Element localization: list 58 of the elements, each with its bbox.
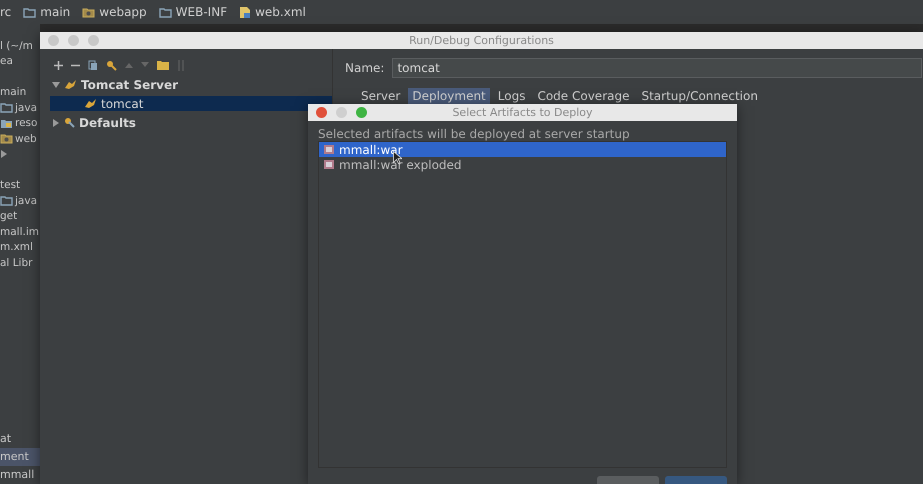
tree-item[interactable]: java: [15, 194, 37, 207]
add-icon[interactable]: [54, 60, 63, 70]
tab[interactable]: Deployment: [408, 88, 490, 104]
breadcrumb[interactable]: main: [40, 5, 70, 19]
folder-icon: [0, 195, 13, 206]
tab[interactable]: Code Coverage: [533, 88, 634, 104]
name-label: Name:: [345, 61, 384, 75]
window-title: Run/Debug Configurations: [409, 34, 554, 47]
name-field[interactable]: tomcat: [392, 58, 922, 78]
breadcrumb[interactable]: webapp: [99, 5, 147, 19]
sort-icon[interactable]: [177, 60, 186, 70]
tree-item[interactable]: m.xml: [0, 241, 33, 254]
window-control[interactable]: [48, 35, 59, 46]
tab[interactable]: Server: [357, 88, 404, 104]
tree-item[interactable]: Defaults: [79, 116, 136, 130]
copy-icon[interactable]: [88, 60, 98, 70]
tree-item[interactable]: test: [0, 179, 20, 192]
window-control[interactable]: [68, 35, 79, 46]
folder-icon: [158, 6, 172, 18]
folder-icon: [0, 133, 13, 144]
hint-text: Selected artifacts will be deployed at server startup: [317, 126, 631, 141]
artifact-item[interactable]: mmall:war: [319, 142, 726, 157]
folder-icon: [82, 6, 96, 18]
tab[interactable]: Logs: [494, 88, 530, 104]
zoom-button[interactable]: [356, 107, 367, 118]
tree-item[interactable]: web: [15, 132, 37, 145]
tree-item[interactable]: mall.im: [0, 226, 39, 238]
expand-arrow-icon[interactable]: [52, 118, 60, 126]
minimize-button[interactable]: [336, 107, 347, 118]
breadcrumb[interactable]: web.xml: [255, 5, 306, 19]
tree-item[interactable]: get: [0, 210, 18, 222]
breadcrumb[interactable]: rc: [0, 5, 12, 19]
panel-item[interactable]: ment: [0, 448, 40, 466]
close-button[interactable]: [316, 107, 327, 118]
tree-item[interactable]: l (~/m: [0, 40, 33, 52]
folder-icon: [0, 118, 13, 129]
folder-icon[interactable]: [157, 60, 169, 70]
file-icon: [239, 6, 252, 18]
archive-icon: [323, 159, 335, 170]
breadcrumb[interactable]: WEB-INF: [176, 5, 228, 19]
tree-item[interactable]: Tomcat Server: [81, 78, 178, 92]
window-title: Select Artifacts to Deploy: [452, 106, 593, 119]
artifact-item[interactable]: mmall:war exploded: [319, 157, 726, 172]
tree-item[interactable]: ea: [0, 55, 13, 68]
configuration-item[interactable]: tomcat: [50, 96, 332, 111]
tab[interactable]: Startup/Connection: [637, 88, 762, 104]
expand-arrow-icon[interactable]: [0, 150, 8, 158]
tree-item[interactable]: al Libr: [0, 256, 32, 269]
window-control[interactable]: [88, 35, 99, 46]
archive-icon: [323, 144, 335, 155]
collapse-arrow-icon[interactable]: [52, 80, 60, 88]
folder-icon: [0, 102, 13, 114]
tree-item[interactable]: reso: [15, 117, 38, 130]
up-arrow-icon[interactable]: [125, 62, 133, 68]
tree-item[interactable]: java: [15, 102, 37, 114]
folder-icon: [23, 6, 36, 18]
tree-item[interactable]: main: [0, 86, 26, 98]
down-arrow-icon[interactable]: [141, 62, 149, 68]
